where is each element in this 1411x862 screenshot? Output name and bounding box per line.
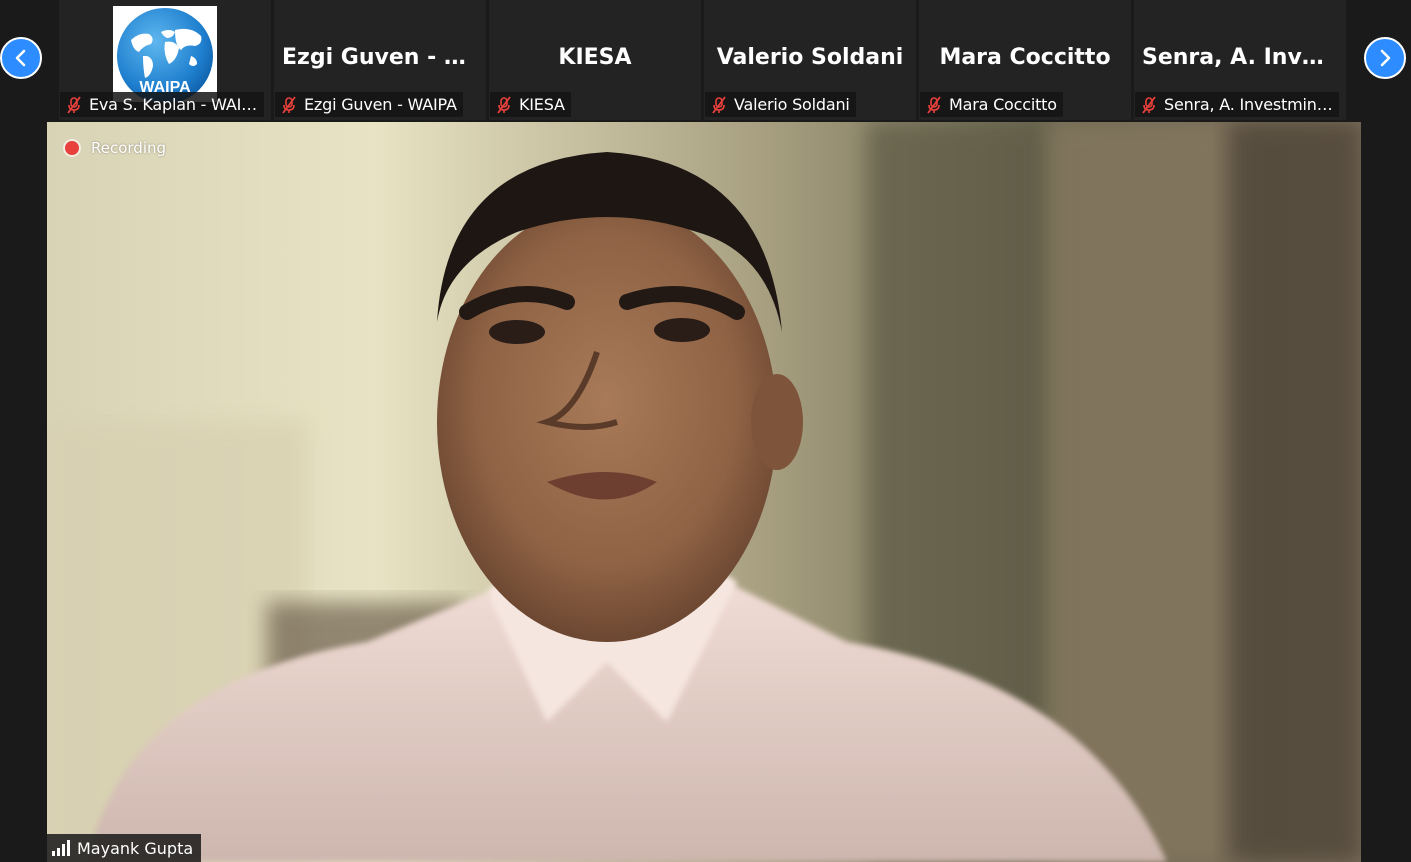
next-page-button[interactable]: [1364, 37, 1406, 79]
participant-name-tag: Ezgi Guven - WAIPA: [275, 92, 463, 117]
participant-name: Ezgi Guven - WAIPA: [304, 95, 457, 114]
speaker-name: Mayank Gupta: [77, 838, 194, 858]
participant-name-tag: Eva S. Kaplan - WAIPA: [60, 92, 264, 117]
speaker-video-frame: [47, 122, 1361, 862]
signal-bars-icon: [52, 840, 70, 856]
participant-tile[interactable]: Senra, A. Invest... Senra, A. Investmina…: [1134, 0, 1346, 120]
chevron-left-icon: [15, 49, 26, 67]
muted-mic-icon: [927, 95, 941, 114]
waipa-logo: WAIPA: [113, 6, 217, 102]
recording-icon: [65, 141, 79, 155]
participant-tile[interactable]: KIESA KIESA: [489, 0, 701, 120]
participant-name: Mara Coccitto: [949, 95, 1057, 114]
participant-name-tag: KIESA: [490, 92, 571, 117]
active-speaker-video[interactable]: Recording Mayank Gupta: [47, 122, 1361, 862]
muted-mic-icon: [1142, 95, 1156, 114]
muted-mic-icon: [712, 95, 726, 114]
recording-indicator: Recording: [65, 138, 166, 158]
meeting-window: WAIPA Eva S. Kaplan - WAIPA Ezgi Guven -…: [0, 0, 1411, 862]
participant-tile[interactable]: Valerio Soldani Valerio Soldani: [704, 0, 916, 120]
participant-name-tag: Valerio Soldani: [705, 92, 856, 117]
muted-mic-icon: [282, 95, 296, 114]
muted-mic-icon: [497, 95, 511, 114]
participant-name: Valerio Soldani: [734, 95, 850, 114]
participant-name: Senra, A. Investminas (...: [1164, 95, 1333, 114]
participant-tile[interactable]: Ezgi Guven - W... Ezgi Guven - WAIPA: [274, 0, 486, 120]
participant-strip: WAIPA Eva S. Kaplan - WAIPA Ezgi Guven -…: [0, 0, 1411, 120]
participant-tile[interactable]: WAIPA Eva S. Kaplan - WAIPA: [59, 0, 271, 120]
participant-display-name: Senra, A. Invest...: [1142, 45, 1346, 70]
participant-name-tag: Mara Coccitto: [920, 92, 1063, 117]
participant-name: Eva S. Kaplan - WAIPA: [89, 95, 258, 114]
participant-name: KIESA: [519, 95, 565, 114]
chevron-right-icon: [1380, 49, 1391, 67]
previous-page-button[interactable]: [0, 37, 42, 79]
participant-display-name: Ezgi Guven - W...: [282, 45, 486, 70]
participant-display-name: KIESA: [558, 45, 632, 70]
recording-label: Recording: [91, 139, 167, 157]
speaker-name-tag: Mayank Gupta: [47, 834, 202, 862]
participant-name-tag: Senra, A. Investminas (...: [1135, 92, 1339, 117]
muted-mic-icon: [67, 95, 81, 114]
participant-display-name: Mara Coccitto: [939, 45, 1111, 70]
participant-display-name: Valerio Soldani: [716, 45, 904, 70]
participant-tile[interactable]: Mara Coccitto Mara Coccitto: [919, 0, 1131, 120]
